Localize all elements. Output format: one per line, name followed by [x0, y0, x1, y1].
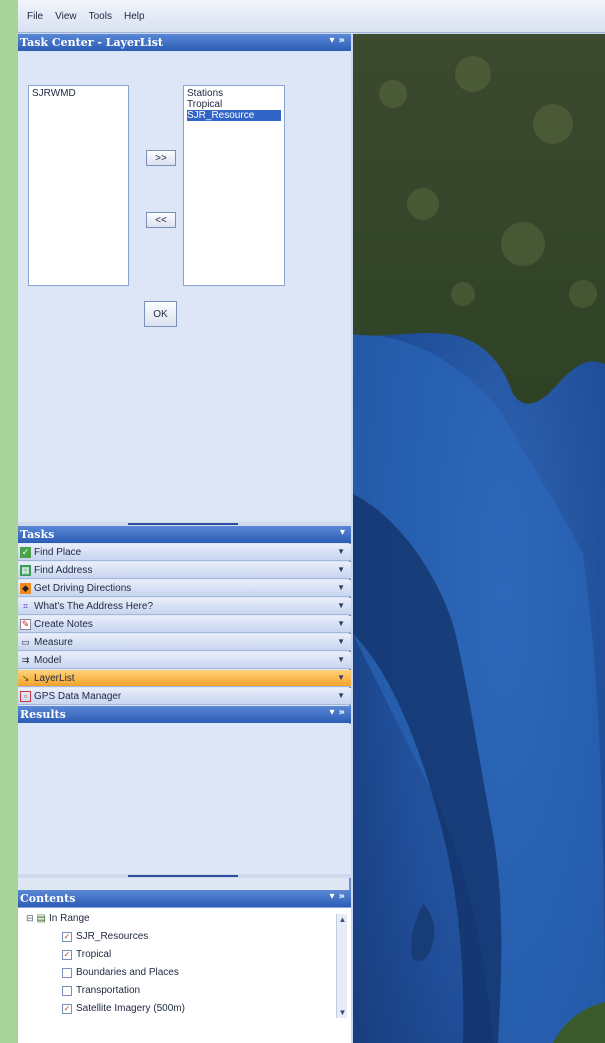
- collapse-icon[interactable]: ▾: [330, 891, 335, 902]
- address-here-icon: ⌗: [22, 600, 29, 611]
- menu-view[interactable]: View: [52, 9, 86, 24]
- results-header: Results ▾ »: [18, 706, 351, 723]
- selected-layer-item[interactable]: Tropical: [187, 99, 281, 110]
- layer-checkbox[interactable]: ✓: [62, 1003, 72, 1014]
- task-find-address[interactable]: ▦ Find Address ▼: [18, 562, 351, 579]
- tree-layer-row[interactable]: Boundaries and Places: [62, 967, 179, 978]
- contents-scrollbar[interactable]: ▲ ▼: [336, 914, 347, 1018]
- available-layers-list[interactable]: SJRWMD: [28, 85, 129, 286]
- tree-group-row[interactable]: ⊟ ▤ In Range: [26, 913, 90, 924]
- task-label: Find Place: [34, 546, 82, 558]
- find-address-icon: ▦: [20, 564, 31, 576]
- task-label: Measure: [34, 636, 73, 648]
- selected-layer-item-highlighted[interactable]: SJR_Resource: [187, 110, 281, 121]
- layer-checkbox[interactable]: ✓: [62, 949, 72, 960]
- menu-tools[interactable]: Tools: [86, 9, 121, 24]
- task-create-notes[interactable]: ✎ Create Notes ▼: [18, 616, 351, 633]
- available-layer-item[interactable]: SJRWMD: [32, 88, 125, 99]
- task-get-driving-directions[interactable]: ◆ Get Driving Directions ▼: [18, 580, 351, 597]
- find-place-icon: ✓: [20, 546, 31, 558]
- layer-checkbox[interactable]: ✓: [62, 931, 72, 942]
- ok-button[interactable]: OK: [144, 301, 177, 327]
- layer-label: Satellite Imagery (500m): [76, 1003, 185, 1014]
- selected-layers-list[interactable]: Stations Tropical SJR_Resource: [183, 85, 285, 286]
- tasks-header: Tasks ▾: [18, 526, 351, 543]
- model-icon: ⇉: [21, 654, 30, 665]
- scroll-down-icon[interactable]: ▼: [337, 1007, 348, 1018]
- create-notes-icon: ✎: [20, 618, 31, 630]
- task-label: Create Notes: [34, 618, 93, 630]
- panel-splitter[interactable]: [18, 874, 351, 878]
- gps-data-icon: ▫: [20, 690, 31, 702]
- task-label: LayerList: [34, 672, 75, 684]
- task-label: What's The Address Here?: [34, 600, 154, 612]
- task-gps-data-manager[interactable]: ▫ GPS Data Manager ▼: [18, 688, 351, 705]
- menu-bar: File View Tools Help: [18, 0, 605, 33]
- map-view[interactable]: [353, 34, 605, 1043]
- layerlist-icon: ↘: [21, 672, 30, 683]
- task-find-place[interactable]: ✓ Find Place ▼: [18, 544, 351, 561]
- satellite-map: [353, 34, 605, 1043]
- chevron-down-icon: ▼: [337, 619, 345, 628]
- chevron-down-icon: ▼: [337, 673, 345, 682]
- dock-icon[interactable]: »: [339, 891, 345, 902]
- driving-directions-icon: ◆: [20, 582, 31, 594]
- tasks-title: Tasks: [20, 528, 55, 541]
- contents-tree: ⊟ ▤ In Range ✓ SJR_Resources ✓ Tropical …: [18, 907, 351, 1043]
- task-layerlist[interactable]: ↘ LayerList ▼: [18, 670, 351, 687]
- layerlist-panel: SJRWMD >> << OK Stations Tropical SJR_Re…: [18, 51, 351, 526]
- measure-icon: ▭: [21, 636, 30, 647]
- layer-label: Tropical: [76, 949, 112, 960]
- layer-checkbox[interactable]: [62, 985, 72, 996]
- layer-label: SJR_Resources: [76, 931, 149, 942]
- tree-layer-row[interactable]: ✓ SJR_Resources: [62, 931, 148, 942]
- remove-layer-button[interactable]: <<: [146, 212, 176, 228]
- left-panel: Task Center - LayerList ▾ » SJRWMD >> <<…: [18, 34, 351, 1043]
- chevron-down-icon: ▼: [337, 583, 345, 592]
- selected-layer-item[interactable]: Stations: [187, 88, 281, 99]
- layer-checkbox[interactable]: [62, 967, 72, 978]
- chevron-down-icon: ▼: [337, 655, 345, 664]
- chevron-down-icon: ▼: [337, 691, 345, 700]
- results-panel: [18, 724, 351, 874]
- task-center-header: Task Center - LayerList ▾ »: [18, 34, 351, 51]
- scroll-up-icon[interactable]: ▲: [337, 914, 348, 925]
- task-measure[interactable]: ▭ Measure ▼: [18, 634, 351, 651]
- chevron-down-icon: ▼: [337, 547, 345, 556]
- menu-help[interactable]: Help: [121, 9, 154, 24]
- tree-layer-row[interactable]: Transportation: [62, 985, 140, 996]
- task-label: GPS Data Manager: [34, 690, 122, 702]
- task-label: Model: [34, 654, 62, 666]
- layer-label: Transportation: [76, 985, 141, 996]
- task-center-title: Task Center - LayerList: [20, 36, 163, 49]
- group-label: In Range: [49, 913, 90, 924]
- collapse-icon[interactable]: ▾: [330, 35, 335, 46]
- contents-title: Contents: [20, 892, 76, 905]
- add-layer-button[interactable]: >>: [146, 150, 176, 166]
- task-label: Find Address: [34, 564, 93, 576]
- chevron-down-icon: ▼: [337, 601, 345, 610]
- chevron-down-icon: ▼: [337, 637, 345, 646]
- contents-header: Contents ▾ »: [18, 890, 351, 907]
- task-label: Get Driving Directions: [34, 582, 132, 594]
- task-whats-the-address-here[interactable]: ⌗ What's The Address Here? ▼: [18, 598, 351, 615]
- task-model[interactable]: ⇉ Model ▼: [18, 652, 351, 669]
- collapse-icon[interactable]: ▾: [340, 527, 345, 538]
- dock-icon[interactable]: »: [339, 707, 345, 718]
- app-window: File View Tools Help Task Center - Layer…: [18, 0, 605, 1043]
- tree-layer-row[interactable]: ✓ Tropical: [62, 949, 111, 960]
- layer-group-icon: ▤: [36, 913, 46, 924]
- results-title: Results: [20, 708, 66, 721]
- collapse-icon[interactable]: ▾: [330, 707, 335, 718]
- dock-icon[interactable]: »: [339, 35, 345, 46]
- expander-icon[interactable]: ⊟: [26, 913, 34, 924]
- menu-file[interactable]: File: [24, 9, 52, 24]
- layer-label: Boundaries and Places: [76, 967, 179, 978]
- tree-layer-row[interactable]: ✓ Satellite Imagery (500m): [62, 1003, 185, 1014]
- chevron-down-icon: ▼: [337, 565, 345, 574]
